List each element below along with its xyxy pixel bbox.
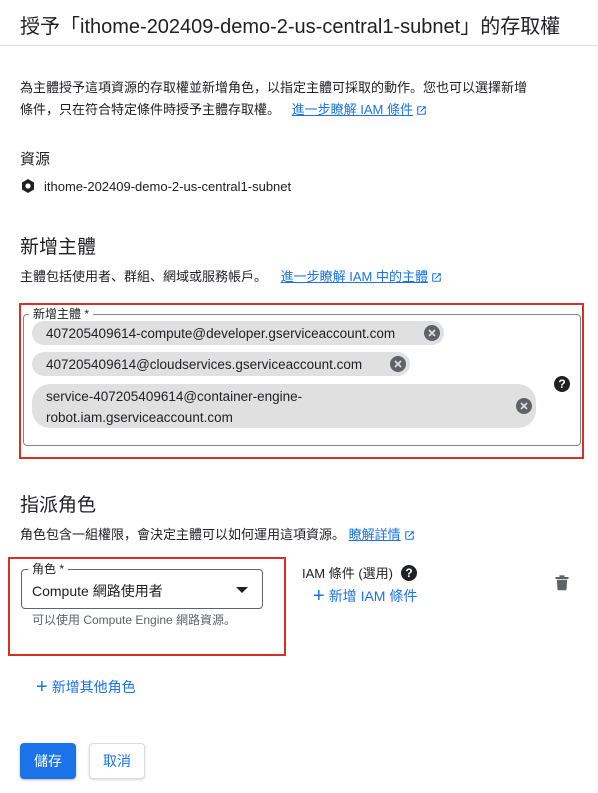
cancel-button[interactable]: 取消 <box>89 743 145 779</box>
roles-description: 角色包含一組權限，會決定主體可以如何運用這項資源。 瞭解詳情 <box>20 524 415 546</box>
member-chip-line: robot.iam.gserviceaccount.com <box>46 409 233 425</box>
members-description-text: 主體包括使用者、群組、網域或服務帳戶。 <box>20 269 268 284</box>
member-chip: 407205409614-compute@developer.gservicea… <box>32 321 444 345</box>
members-help-icon[interactable]: ? <box>554 376 570 392</box>
iam-condition-label: IAM 條件 (選用) <box>302 566 393 581</box>
iam-condition-header: IAM 條件 (選用) ? <box>302 563 417 582</box>
save-button[interactable]: 儲存 <box>20 743 76 779</box>
learn-more-link[interactable]: 瞭解詳情 <box>349 527 415 542</box>
member-chip-text: 407205409614@cloudservices.gserviceaccou… <box>46 356 363 372</box>
intro-line-2-wrap: 條件，只在符合特定條件時授予主體存取權。 進一步瞭解 IAM 條件 <box>20 99 585 121</box>
roles-description-text: 角色包含一組權限，會決定主體可以如何運用這項資源。 <box>20 527 346 542</box>
iam-conditions-link-label: 進一步瞭解 IAM 條件 <box>291 102 413 117</box>
resource-row: ithome-202409-demo-2-us-central1-subnet <box>20 178 291 194</box>
external-link-icon <box>417 106 426 115</box>
remove-chip-icon[interactable] <box>516 398 532 414</box>
page-title: 授予「ithome-202409-demo-2-us-central1-subn… <box>20 16 561 38</box>
condition-help-icon[interactable]: ? <box>401 564 417 581</box>
intro-line-1: 為主體授予這項資源的存取權並新增角色，以指定主體可採取的動作。您也可以選擇新增 <box>20 80 528 95</box>
iam-principals-link-label: 進一步瞭解 IAM 中的主體 <box>280 269 428 284</box>
delete-icon[interactable] <box>555 575 569 591</box>
role-hint: 可以使用 Compute Engine 網路資源。 <box>32 613 237 627</box>
members-description: 主體包括使用者、群組、網域或服務帳戶。 進一步瞭解 IAM 中的主體 <box>20 266 442 288</box>
intro-line-2: 條件，只在符合特定條件時授予主體存取權。 <box>20 102 281 117</box>
add-iam-condition-label: 新增 IAM 條件 <box>328 588 418 604</box>
member-chip: 407205409614@cloudservices.gserviceaccou… <box>32 352 410 376</box>
role-select[interactable]: 角色 * Compute 網路使用者 <box>21 562 263 609</box>
external-link-icon <box>432 273 441 282</box>
resource-name: ithome-202409-demo-2-us-central1-subnet <box>44 178 292 194</box>
add-iam-condition-button[interactable]: + 新增 IAM 條件 <box>313 586 417 606</box>
add-members-title: 新增主體 <box>20 237 97 258</box>
member-chip: service-407205409614@container-engine- r… <box>32 384 536 428</box>
member-chip-line: service-407205409614@container-engine- <box>46 388 303 404</box>
dialog-header: 授予「ithome-202409-demo-2-us-central1-subn… <box>0 0 598 46</box>
member-chip-text: service-407205409614@container-engine- r… <box>32 385 302 428</box>
external-link-icon <box>404 531 414 540</box>
learn-more-link-label: 瞭解詳情 <box>348 527 401 542</box>
add-another-role-button[interactable]: + 新增其他角色 <box>36 677 136 697</box>
role-value: Compute 網路使用者 <box>32 583 163 599</box>
remove-chip-icon[interactable] <box>390 356 406 372</box>
new-members-field[interactable]: 新增主體 * 407205409614-compute@developer.gs… <box>23 307 581 446</box>
assign-roles-title: 指派角色 <box>20 495 97 516</box>
role-label: 角色 * <box>28 562 69 576</box>
member-chip-text: 407205409614-compute@developer.gservicea… <box>46 325 396 341</box>
resource-label: 資源 <box>20 151 51 168</box>
iam-conditions-link[interactable]: 進一步瞭解 IAM 條件 <box>292 102 427 117</box>
remove-chip-icon[interactable] <box>424 325 440 341</box>
iam-principals-link[interactable]: 進一步瞭解 IAM 中的主體 <box>281 269 442 284</box>
plus-icon: + <box>313 585 325 607</box>
intro-text: 為主體授予這項資源的存取權並新增角色，以指定主體可採取的動作。您也可以選擇新增 … <box>20 77 585 121</box>
add-another-role-label: 新增其他角色 <box>51 679 136 695</box>
dropdown-arrow-icon <box>236 587 248 593</box>
subnet-hexagon-icon <box>22 179 34 193</box>
plus-icon: + <box>36 676 48 698</box>
new-members-label: 新增主體 * <box>29 307 94 321</box>
